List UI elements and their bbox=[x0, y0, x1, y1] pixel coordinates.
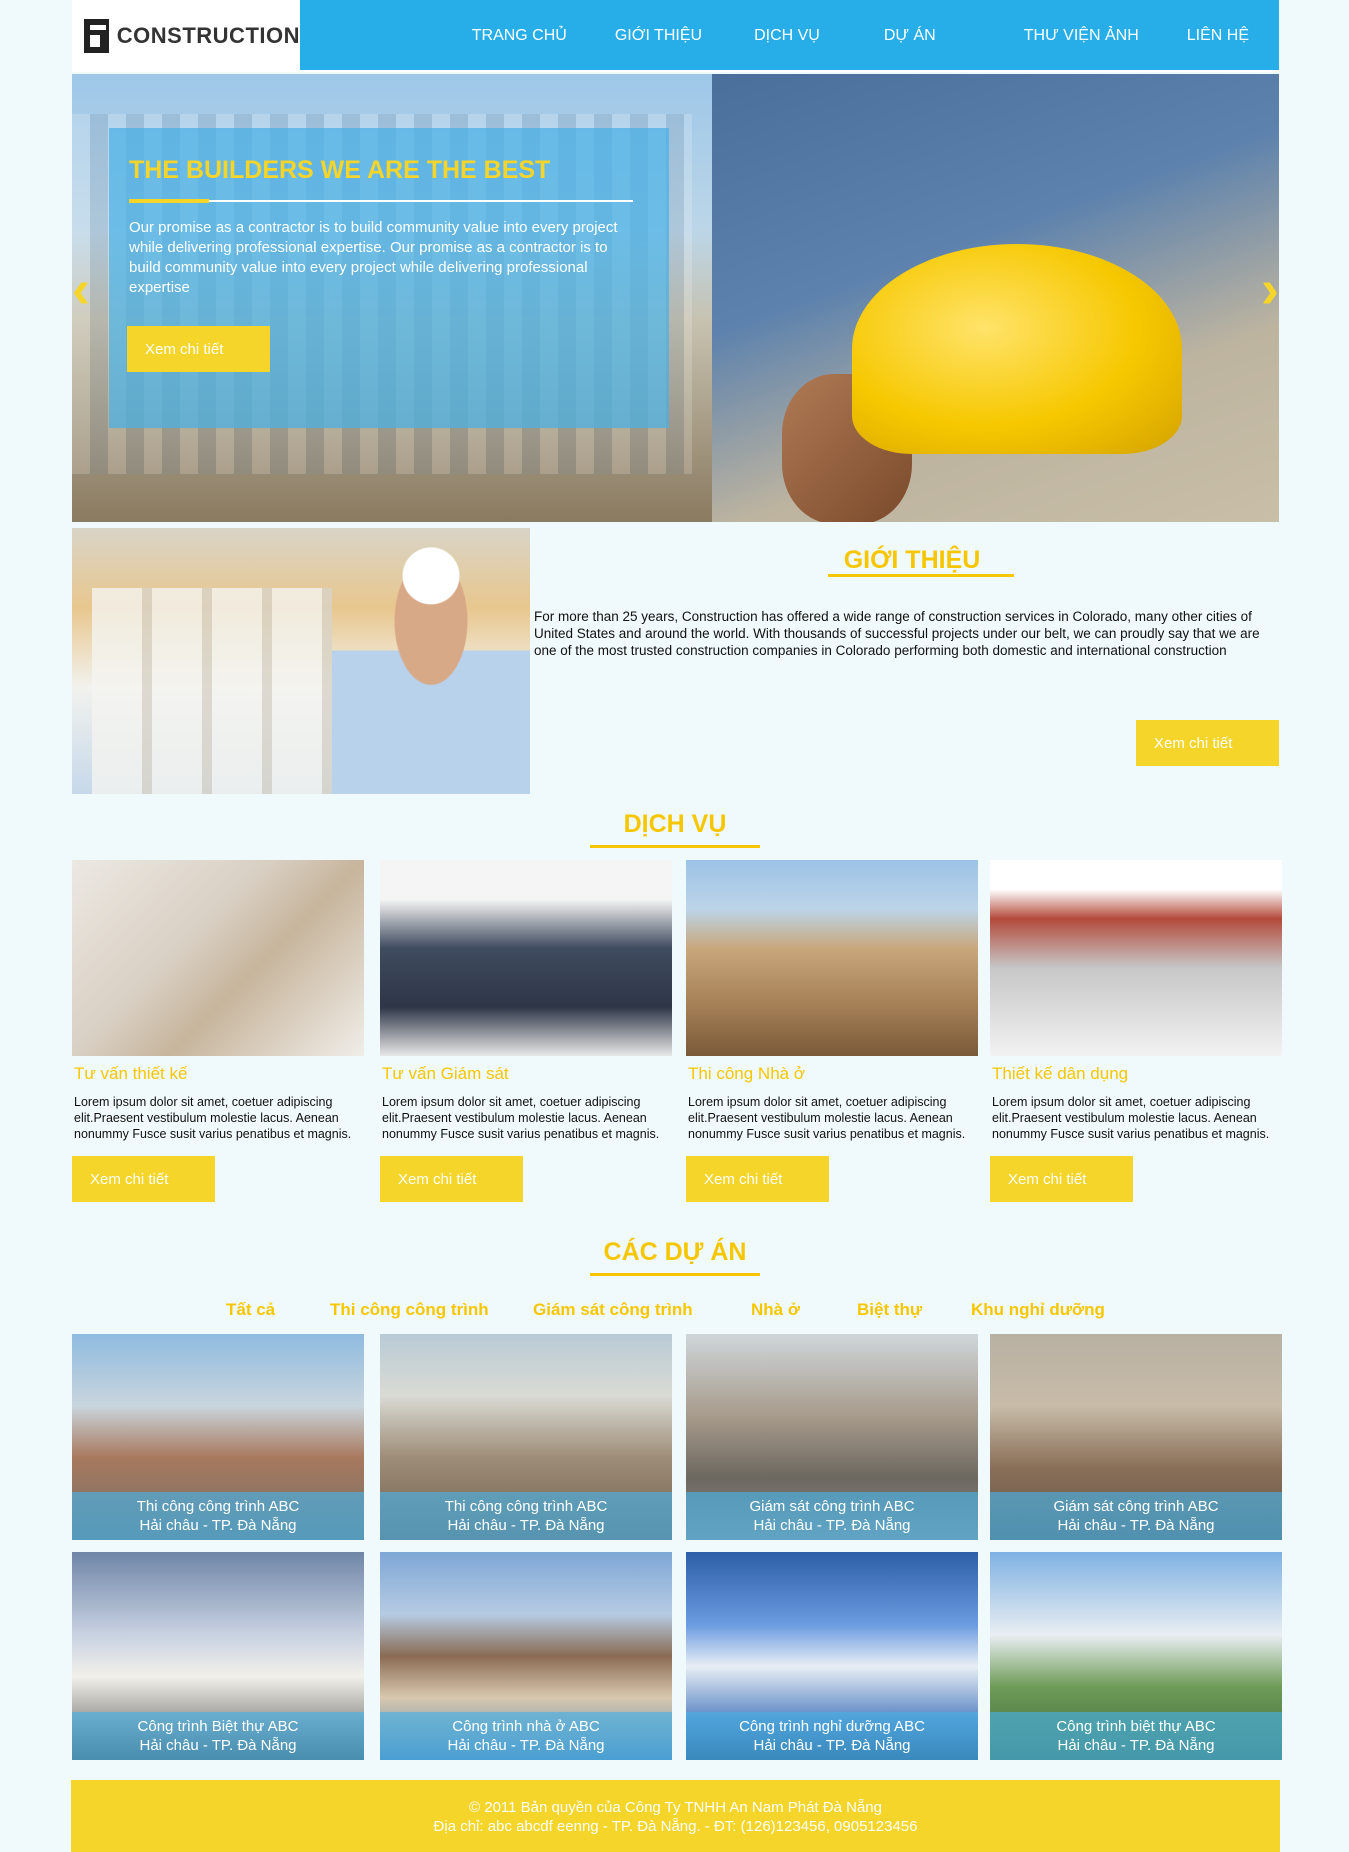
project-card[interactable]: Thi công công trình ABC Hải châu - TP. Đ… bbox=[380, 1334, 672, 1540]
project-filter-bar: Tất cả Thi công công trình Giám sát công… bbox=[0, 1300, 1349, 1324]
projects-title-underline bbox=[590, 1273, 760, 1276]
project-location: Hải châu - TP. Đà Nẵng bbox=[139, 1517, 297, 1534]
nav-item-projects[interactable]: DỰ ÁN bbox=[884, 27, 936, 45]
intro-crew-image bbox=[92, 588, 332, 794]
project-caption: Giám sát công trình ABC Hải châu - TP. Đ… bbox=[686, 1492, 978, 1540]
filter-villas[interactable]: Biệt thự bbox=[857, 1300, 922, 1320]
nav-item-about[interactable]: GIỚI THIỆU bbox=[615, 27, 702, 45]
project-name: Thi công công trình ABC bbox=[444, 1498, 608, 1515]
project-caption: Thi công công trình ABC Hải châu - TP. Đ… bbox=[72, 1492, 364, 1540]
service-card: Thi công Nhà ở Lorem ipsum dolor sit ame… bbox=[686, 860, 978, 1202]
hero-divider-accent bbox=[129, 199, 209, 203]
project-name: Công trình nhà ở ABC bbox=[452, 1718, 600, 1735]
service-image bbox=[686, 860, 978, 1056]
intro-engineer-image bbox=[332, 528, 530, 794]
filter-houses[interactable]: Nhà ở bbox=[751, 1300, 800, 1320]
project-card[interactable]: Công trình nhà ở ABC Hải châu - TP. Đà N… bbox=[380, 1552, 672, 1760]
intro-section: GIỚI THIỆU For more than 25 years, Const… bbox=[72, 528, 1279, 794]
project-caption: Công trình nhà ở ABC Hải châu - TP. Đà N… bbox=[380, 1712, 672, 1760]
service-name[interactable]: Thi công Nhà ở bbox=[686, 1064, 978, 1084]
service-details-button[interactable]: Xem chi tiết bbox=[686, 1156, 829, 1202]
project-card[interactable]: Giám sát công trình ABC Hải châu - TP. Đ… bbox=[686, 1334, 978, 1540]
intro-title-underline bbox=[828, 574, 1014, 577]
service-details-button[interactable]: Xem chi tiết bbox=[990, 1156, 1133, 1202]
service-name[interactable]: Tư vấn thiết kế bbox=[72, 1064, 364, 1084]
services-title-underline bbox=[590, 845, 760, 848]
footer-address: Địa chỉ: abc abcdf eenng - TP. Đà Nẵng. … bbox=[433, 1818, 918, 1835]
service-image bbox=[72, 860, 364, 1056]
project-name: Thi công công trình ABC bbox=[136, 1498, 300, 1515]
service-name[interactable]: Thiết kế dân dụng bbox=[990, 1064, 1282, 1084]
project-caption: Thi công công trình ABC Hải châu - TP. Đ… bbox=[380, 1492, 672, 1540]
logo-text: CONSTRUCTION bbox=[116, 23, 300, 48]
intro-details-button[interactable]: Xem chi tiết bbox=[1136, 720, 1279, 766]
site-logo[interactable]: CONSTRUCTION bbox=[72, 0, 300, 72]
project-card[interactable]: Thi công công trình ABC Hải châu - TP. Đ… bbox=[72, 1334, 364, 1540]
site-header: CONSTRUCTION TRANG CHỦ GIỚI THIỆU DỊCH V… bbox=[72, 0, 1279, 72]
logo-icon bbox=[84, 19, 109, 53]
services-title: DỊCH VỤ bbox=[623, 810, 727, 838]
filter-construction[interactable]: Thi công công trình bbox=[330, 1300, 489, 1320]
project-caption: Công trình Biệt thự ABC Hải châu - TP. Đ… bbox=[72, 1712, 364, 1760]
nav-item-gallery[interactable]: THƯ VIỆN ẢNH bbox=[1024, 27, 1139, 45]
project-caption: Giám sát công trình ABC Hải châu - TP. Đ… bbox=[990, 1492, 1282, 1540]
project-name: Giám sát công trình ABC bbox=[1053, 1498, 1219, 1515]
service-description: Lorem ipsum dolor sit amet, coetuer adip… bbox=[688, 1095, 966, 1141]
intro-team-image bbox=[72, 528, 530, 794]
project-caption: Công trình biệt thự ABC Hải châu - TP. Đ… bbox=[990, 1712, 1282, 1760]
project-location: Hải châu - TP. Đà Nẵng bbox=[753, 1517, 911, 1534]
project-location: Hải châu - TP. Đà Nẵng bbox=[447, 1517, 605, 1534]
hero-details-button[interactable]: Xem chi tiết bbox=[127, 326, 270, 372]
filter-resorts[interactable]: Khu nghỉ dưỡng bbox=[971, 1300, 1105, 1320]
service-description: Lorem ipsum dolor sit amet, coetuer adip… bbox=[382, 1095, 660, 1141]
project-location: Hải châu - TP. Đà Nẵng bbox=[447, 1737, 605, 1754]
hero-title: THE BUILDERS WE ARE THE BEST bbox=[129, 156, 551, 184]
project-location: Hải châu - TP. Đà Nẵng bbox=[139, 1737, 297, 1754]
service-name[interactable]: Tư vấn Giám sát bbox=[380, 1064, 672, 1084]
hero-text: Our promise as a contractor is to build … bbox=[129, 219, 618, 296]
service-card: Tư vấn thiết kế Lorem ipsum dolor sit am… bbox=[72, 860, 364, 1202]
hero-caption-box: THE BUILDERS WE ARE THE BEST Our promise… bbox=[109, 128, 669, 428]
project-card[interactable]: Công trình Biệt thự ABC Hải châu - TP. Đ… bbox=[72, 1552, 364, 1760]
main-nav: TRANG CHỦ GIỚI THIỆU DỊCH VỤ DỰ ÁN THƯ V… bbox=[428, 0, 1279, 72]
site-footer: © 2011 Bản quyền của Công Ty TNHH An Nam… bbox=[71, 1780, 1280, 1852]
chevron-left-icon[interactable]: ‹ bbox=[72, 262, 112, 316]
service-description: Lorem ipsum dolor sit amet, coetuer adip… bbox=[992, 1095, 1270, 1141]
service-card: Tư vấn Giám sát Lorem ipsum dolor sit am… bbox=[380, 860, 672, 1202]
nav-item-contact[interactable]: LIÊN HỆ bbox=[1187, 27, 1249, 45]
nav-item-services[interactable]: DỊCH VỤ bbox=[754, 27, 820, 45]
service-description: Lorem ipsum dolor sit amet, coetuer adip… bbox=[74, 1095, 352, 1141]
project-name: Giám sát công trình ABC bbox=[749, 1498, 915, 1515]
service-details-button[interactable]: Xem chi tiết bbox=[380, 1156, 523, 1202]
project-location: Hải châu - TP. Đà Nẵng bbox=[1057, 1517, 1215, 1534]
project-location: Hải châu - TP. Đà Nẵng bbox=[753, 1737, 911, 1754]
project-name: Công trình biệt thự ABC bbox=[1056, 1718, 1216, 1735]
service-details-button[interactable]: Xem chi tiết bbox=[72, 1156, 215, 1202]
filter-all[interactable]: Tất cả bbox=[226, 1300, 275, 1320]
hero-helmet-image bbox=[852, 244, 1182, 454]
footer-copyright: © 2011 Bản quyền của Công Ty TNHH An Nam… bbox=[469, 1799, 882, 1816]
intro-text: For more than 25 years, Construction has… bbox=[534, 609, 1260, 658]
service-image bbox=[380, 860, 672, 1056]
projects-title: CÁC DỰ ÁN bbox=[603, 1238, 747, 1266]
project-card[interactable]: Giám sát công trình ABC Hải châu - TP. Đ… bbox=[990, 1334, 1282, 1540]
nav-item-home[interactable]: TRANG CHỦ bbox=[472, 27, 567, 45]
service-card: Thiết kế dân dụng Lorem ipsum dolor sit … bbox=[990, 860, 1282, 1202]
project-card[interactable]: Công trình nghỉ dưỡng ABC Hải châu - TP.… bbox=[686, 1552, 978, 1760]
chevron-right-icon[interactable]: › bbox=[1239, 262, 1279, 316]
project-name: Công trình Biệt thự ABC bbox=[137, 1718, 299, 1735]
project-name: Công trình nghỉ dưỡng ABC bbox=[739, 1718, 925, 1735]
project-caption: Công trình nghỉ dưỡng ABC Hải châu - TP.… bbox=[686, 1712, 978, 1760]
project-location: Hải châu - TP. Đà Nẵng bbox=[1057, 1737, 1215, 1754]
project-card[interactable]: Công trình biệt thự ABC Hải châu - TP. Đ… bbox=[990, 1552, 1282, 1760]
service-image bbox=[990, 860, 1282, 1056]
intro-title: GIỚI THIỆU bbox=[843, 546, 981, 574]
hero-slider: THE BUILDERS WE ARE THE BEST Our promise… bbox=[72, 74, 1279, 522]
filter-supervision[interactable]: Giám sát công trình bbox=[533, 1300, 693, 1320]
